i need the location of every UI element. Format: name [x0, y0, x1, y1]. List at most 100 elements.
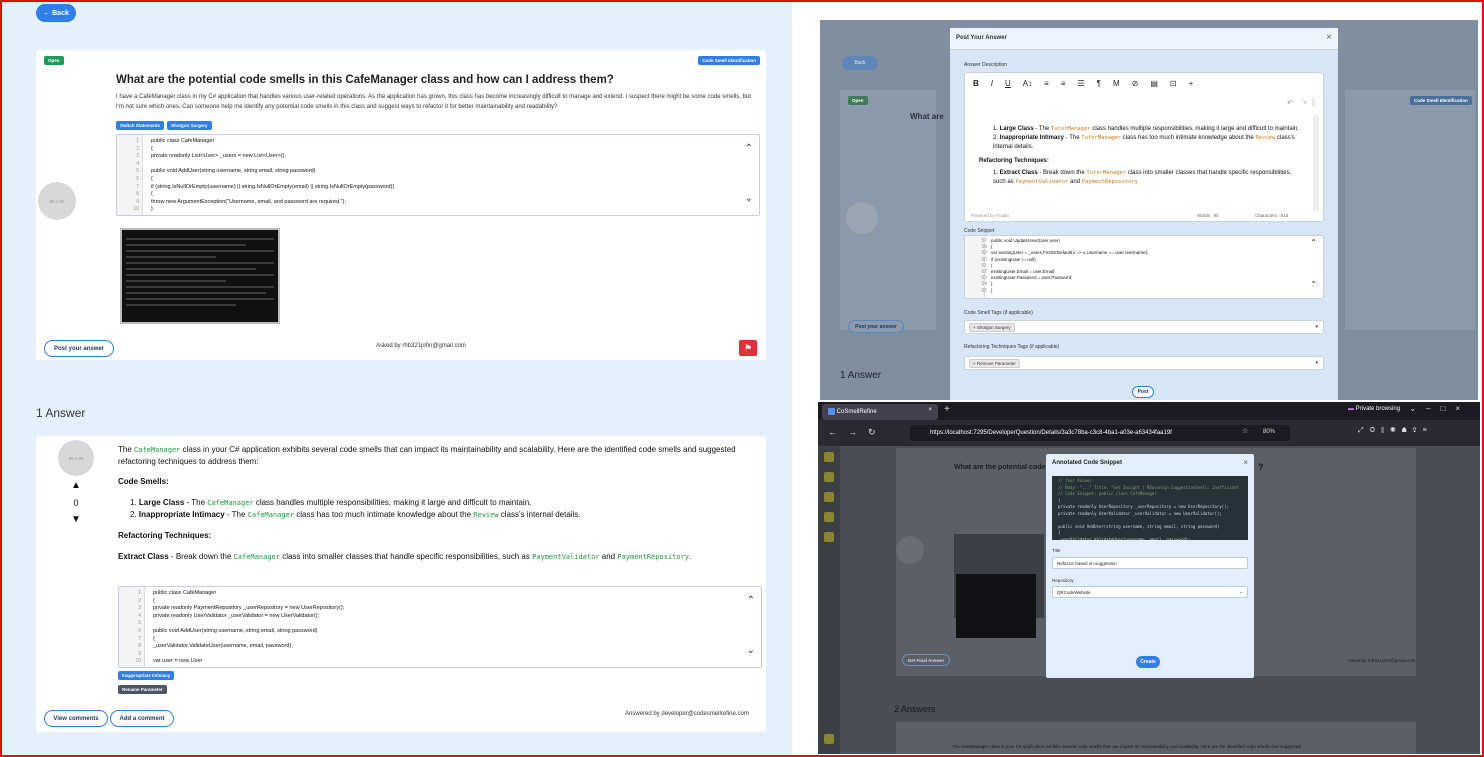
- code-line: public class CafeManager: [153, 590, 217, 596]
- smell-tag-chip[interactable]: × Shotgun Surgery: [969, 323, 1015, 332]
- scroll-down-icon[interactable]: ⌄: [747, 645, 755, 656]
- toolbar-button[interactable]: ¶: [1097, 79, 1101, 88]
- editor-content[interactable]: 1. Large Class - The TutorManager class …: [979, 125, 1299, 187]
- scroll-up-icon[interactable]: ⌃: [1310, 238, 1317, 247]
- close-icon[interactable]: ×: [1326, 32, 1332, 43]
- zoom-level[interactable]: 80%: [1263, 429, 1275, 435]
- line-number: 6: [138, 628, 141, 634]
- toolbar-button[interactable]: A↕: [1023, 79, 1032, 88]
- code-line: public void UpdateUser(User user): [991, 238, 1061, 243]
- add-comment-button[interactable]: Add a comment: [110, 710, 174, 727]
- redo-icon[interactable]: ↷: [1301, 99, 1307, 107]
- toolbar-button[interactable]: U: [1005, 79, 1011, 88]
- code-line: {: [151, 145, 153, 152]
- toolbar-icons[interactable]: ⤢◎⫴◉☗⇪≡: [1358, 427, 1433, 435]
- bg-answer-card: [896, 722, 1416, 754]
- scroll-up-icon[interactable]: ⌃: [745, 143, 753, 154]
- home-icon[interactable]: [824, 472, 834, 482]
- toolbar-button[interactable]: ⊘: [1132, 79, 1139, 88]
- create-button[interactable]: Create: [1136, 656, 1160, 668]
- tag-shotgun-surgery[interactable]: Shotgun Surgery: [167, 121, 212, 130]
- undo-icon[interactable]: ↶: [1287, 99, 1293, 107]
- question-code-snippet[interactable]: ⌃ ⌄ 1 public class CafeManager 2 {3 private …: [116, 134, 760, 216]
- code-snippet-editor[interactable]: ⌃ ⌄ 57 public void UpdateUser(User user) 5…: [964, 235, 1324, 299]
- window-controls[interactable]: ⌄–□×: [1409, 404, 1470, 413]
- title-input[interactable]: Refactor based on suggestion: [1052, 557, 1248, 569]
- toolbar-button[interactable]: +: [1189, 79, 1194, 88]
- refactor-tags-select[interactable]: × Remove Parameter ▾: [964, 356, 1324, 370]
- arrow-left-icon: ←: [43, 9, 51, 17]
- forward-icon[interactable]: →: [848, 427, 857, 437]
- tag-inappropriate-intimacy[interactable]: Inappropriate Intimacy: [118, 671, 175, 680]
- back-icon[interactable]: ←: [828, 427, 837, 437]
- bg-category-badge: Code Smell Identification: [1410, 96, 1472, 105]
- toolbar-button[interactable]: B: [973, 79, 979, 88]
- reload-icon[interactable]: ↻: [868, 427, 876, 438]
- more-icon[interactable]: ⋮: [1310, 99, 1317, 107]
- bookmark-star-icon[interactable]: ☆: [1242, 427, 1248, 435]
- line-number: 65: [981, 287, 987, 294]
- toolbar-button[interactable]: ⊡: [1170, 79, 1177, 88]
- refactor-tag-chip[interactable]: × Remove Parameter: [969, 359, 1020, 368]
- close-icon[interactable]: ×: [1243, 458, 1248, 467]
- post-button[interactable]: Post: [1132, 386, 1154, 398]
- line-number: 9: [136, 198, 139, 205]
- line-number: 63: [981, 275, 987, 282]
- tag-switch-statements[interactable]: Switch Statements: [116, 121, 165, 130]
- docs-icon[interactable]: [824, 512, 834, 522]
- line-number: 8: [136, 191, 139, 198]
- post-answer-button[interactable]: Post your answer: [44, 340, 114, 357]
- toolbar-button[interactable]: I: [991, 79, 993, 88]
- private-browsing-label: ▬ Private browsing: [1348, 406, 1401, 412]
- report-button[interactable]: ⚑: [739, 340, 757, 356]
- scroll-up-icon[interactable]: ⌃: [747, 595, 755, 606]
- get-final-answer-button[interactable]: Get Final Answer: [902, 654, 950, 666]
- bg-question-title-end: ?: [1258, 462, 1264, 472]
- view-comments-button[interactable]: View comments: [44, 710, 108, 727]
- chevron-down-icon[interactable]: ▾: [1315, 324, 1318, 330]
- code-snippet-label: Code Snippet: [964, 228, 995, 234]
- line-number: 5: [136, 168, 139, 175]
- app-icon: [828, 408, 835, 415]
- chevron-down-icon[interactable]: ▾: [1315, 360, 1318, 366]
- line-number: 59: [981, 250, 987, 257]
- list-icon[interactable]: [824, 532, 834, 542]
- character-count: Characters : 615: [1255, 213, 1289, 218]
- back-button[interactable]: ← Back: [36, 4, 76, 22]
- scroll-down-icon[interactable]: ⌄: [1310, 276, 1317, 285]
- close-tab-icon[interactable]: ×: [928, 407, 932, 413]
- scroll-down-icon[interactable]: ⌄: [745, 193, 753, 204]
- code-smells-heading: Code Smells:: [118, 477, 169, 486]
- line-number: 3: [138, 605, 141, 612]
- toolbar-button[interactable]: ≡: [1044, 79, 1049, 88]
- code-line: private readonly UserRepository _userRep…: [1058, 504, 1229, 509]
- annotated-code-block[interactable]: // Your Answer// Body: "..." Title: "Get…: [1052, 476, 1248, 540]
- vote-count: 0: [73, 498, 79, 508]
- repository-select[interactable]: QRCodeWebsite ⌄: [1052, 586, 1248, 598]
- code-line: {: [153, 597, 155, 604]
- line-number: 10: [135, 658, 141, 665]
- logout-icon[interactable]: [824, 734, 834, 744]
- answer-code-snippet[interactable]: ⌃ ⌄ 1 public class CafeManager 2 {3 private …: [118, 586, 762, 668]
- browser-tab[interactable]: CoSmellRefine ×: [822, 404, 938, 420]
- toolbar-button[interactable]: ☰: [1077, 79, 1084, 88]
- editor-scrollbar[interactable]: [1313, 115, 1319, 211]
- question-screenshot-image[interactable]: [120, 228, 280, 324]
- downvote-icon[interactable]: ▼: [70, 514, 82, 525]
- smell-tags-select[interactable]: × Shotgun Surgery ▾: [964, 320, 1324, 334]
- toolbar-button[interactable]: ▤: [1150, 79, 1158, 88]
- rich-text-editor[interactable]: B I U A↕ ≡ ≡ ☰ ¶ M ⊘ ▤ ⊡ + ↶ ↷ ⋮ 1. Large Class - Th…: [964, 72, 1324, 222]
- help-icon[interactable]: [824, 492, 834, 502]
- upvote-icon[interactable]: ▲: [70, 480, 82, 491]
- tag-rename-parameter[interactable]: Rename Parameter: [118, 685, 167, 694]
- toolbar-button[interactable]: M: [1113, 79, 1120, 88]
- post-answer-screenshot: Back Open Code Smell Identification What…: [820, 20, 1478, 400]
- line-number: 2: [138, 597, 141, 604]
- category-badge: Code Smell Identification: [698, 56, 760, 65]
- new-tab-icon[interactable]: +: [944, 404, 950, 415]
- modal-title: Annotated Code Snippet: [1052, 460, 1122, 466]
- menu-icon[interactable]: [824, 452, 834, 462]
- toolbar-button[interactable]: ≡: [1061, 79, 1066, 88]
- line-number: 64: [981, 281, 987, 288]
- address-bar[interactable]: https://localhost:7295/DeveloperQuestion…: [910, 425, 1290, 441]
